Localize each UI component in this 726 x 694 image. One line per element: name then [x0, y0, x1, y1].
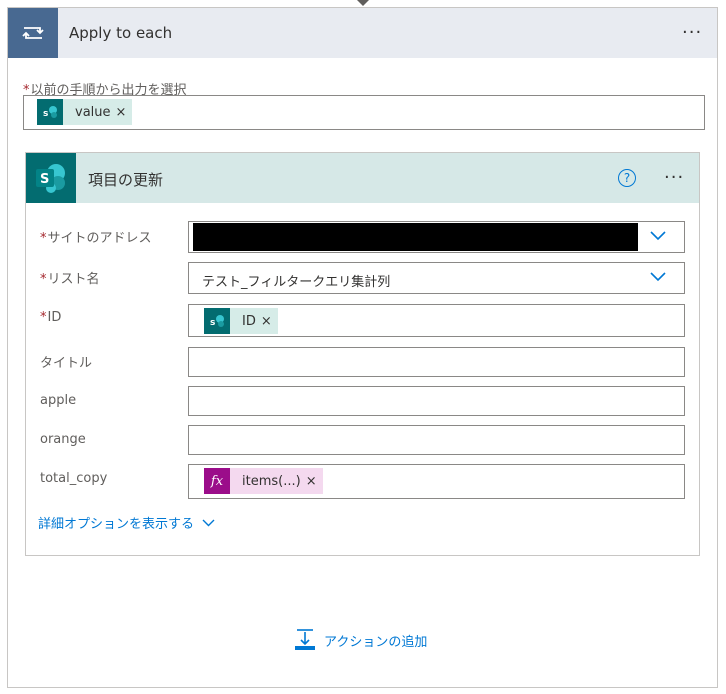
title-label: タイトル	[40, 356, 93, 371]
redacted-site-address	[193, 223, 638, 251]
site-address-dropdown[interactable]	[188, 221, 685, 253]
update-item-title: 項目の更新	[88, 171, 164, 189]
id-token[interactable]: s ID ×	[204, 308, 278, 334]
list-name-dropdown[interactable]: テスト_フィルタークエリ集計列	[188, 262, 685, 294]
id-label: *ID	[40, 310, 62, 325]
apply-to-each-title: Apply to each	[69, 24, 173, 42]
action-more-options-button[interactable]: ···	[664, 169, 684, 187]
chevron-down-icon[interactable]	[650, 272, 666, 282]
apple-label: apple	[40, 393, 77, 408]
sharepoint-icon: s	[37, 99, 63, 125]
chevron-down-icon	[202, 519, 215, 526]
list-name-value: テスト_フィルタークエリ集計列	[202, 275, 391, 290]
sharepoint-icon: S	[26, 153, 76, 203]
remove-token-button[interactable]: ×	[306, 474, 323, 489]
expression-token[interactable]: fx items(...) ×	[204, 468, 323, 494]
orange-input[interactable]	[188, 425, 685, 455]
orange-label: orange	[40, 432, 86, 447]
show-advanced-options-link[interactable]: 詳細オプションを表示する	[38, 513, 215, 532]
svg-text:S: S	[40, 172, 49, 187]
sharepoint-icon: s	[204, 308, 230, 334]
chevron-down-icon[interactable]	[650, 231, 666, 241]
svg-text:s: s	[210, 318, 215, 328]
add-action-button[interactable]: アクションの追加	[294, 629, 427, 651]
remove-token-button[interactable]: ×	[261, 314, 278, 329]
select-output-input[interactable]: s value ×	[23, 95, 705, 130]
help-icon[interactable]: ?	[618, 169, 636, 187]
fx-icon: fx	[204, 468, 230, 494]
loop-arrows-icon	[8, 8, 58, 58]
list-name-label: *リスト名	[40, 272, 100, 287]
total-copy-label: total_copy	[40, 471, 108, 486]
svg-text:s: s	[43, 109, 48, 119]
apply-to-each-card: Apply to each ··· *以前の手順から出力を選択 s value …	[7, 7, 718, 688]
update-item-card: S 項目の更新 ? ··· *サイトのアドレス *リスト名 テスト_フィルターク…	[25, 152, 700, 556]
apply-to-each-header[interactable]: Apply to each ···	[8, 8, 717, 58]
title-input[interactable]	[188, 347, 685, 377]
apple-input[interactable]	[188, 386, 685, 416]
value-token[interactable]: s value ×	[37, 99, 133, 125]
loop-more-options-button[interactable]: ···	[682, 24, 702, 42]
connector-arrow	[357, 0, 369, 6]
add-action-icon	[295, 629, 315, 650]
site-address-label: *サイトのアドレス	[40, 231, 152, 246]
remove-token-button[interactable]: ×	[116, 105, 133, 120]
total-copy-input[interactable]: fx items(...) ×	[188, 464, 685, 499]
update-item-header[interactable]: S 項目の更新 ? ···	[26, 153, 699, 203]
id-input[interactable]: s ID ×	[188, 304, 685, 337]
